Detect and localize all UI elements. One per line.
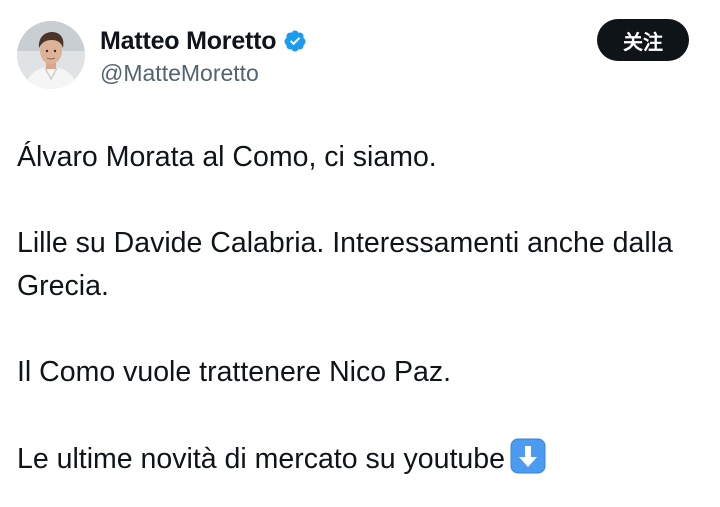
tweet-paragraph: Álvaro Morata al Como, ci siamo. (17, 141, 437, 173)
profile-photo-icon (17, 21, 85, 89)
display-name[interactable]: Matteo Moretto (100, 27, 277, 56)
tweet-text: Álvaro Morata al Como, ci siamo. Lille s… (17, 136, 697, 481)
author-handle[interactable]: @MatteMoretto (100, 60, 259, 87)
name-row: Matteo Moretto (100, 24, 307, 58)
verified-badge-icon (283, 29, 307, 53)
down-arrow-emoji-icon (509, 437, 547, 475)
tweet-paragraph-text: Le ultime novità di mercato su youtube (17, 443, 505, 475)
follow-button[interactable]: 关注 (597, 19, 689, 61)
tweet-paragraph: Il Como vuole trattenere Nico Paz. (17, 356, 452, 388)
tweet-header: Matteo Moretto @MatteMoretto 关注 (0, 0, 720, 110)
avatar[interactable] (17, 21, 85, 89)
tweet-paragraph-last: Le ultime novità di mercato su youtube (17, 437, 697, 481)
tweet-paragraph: Lille su Davide Calabria. Interessamenti… (17, 227, 673, 302)
